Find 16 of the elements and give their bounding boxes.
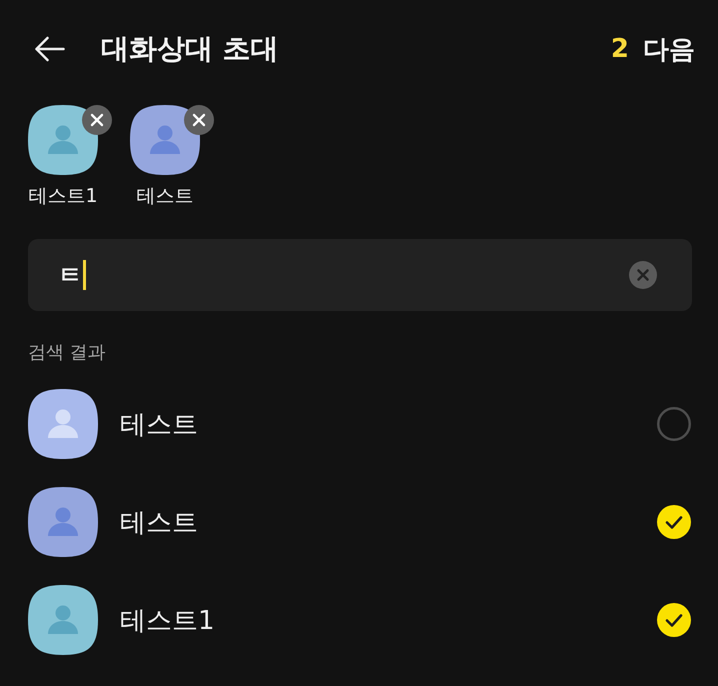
- contact-name: 테스트: [136, 185, 194, 207]
- checked-icon[interactable]: [657, 505, 691, 539]
- contact-name: 테스트1: [28, 185, 98, 207]
- checked-icon[interactable]: [657, 603, 691, 637]
- contact-name: 테스트: [120, 506, 198, 540]
- remove-icon[interactable]: [184, 105, 214, 135]
- search-field[interactable]: ㅌ: [28, 239, 692, 311]
- next-button[interactable]: 다음: [643, 32, 695, 66]
- contact-name: 테스트1: [120, 604, 215, 638]
- section-label: 검색 결과: [28, 341, 106, 365]
- contact-name: 테스트: [120, 408, 198, 442]
- remove-icon[interactable]: [82, 105, 112, 135]
- screen-title: 대화상대 초대: [101, 31, 279, 67]
- back-arrow-icon[interactable]: [35, 36, 65, 62]
- selected-count: 2: [610, 34, 629, 64]
- unchecked-circle-icon[interactable]: [657, 407, 691, 441]
